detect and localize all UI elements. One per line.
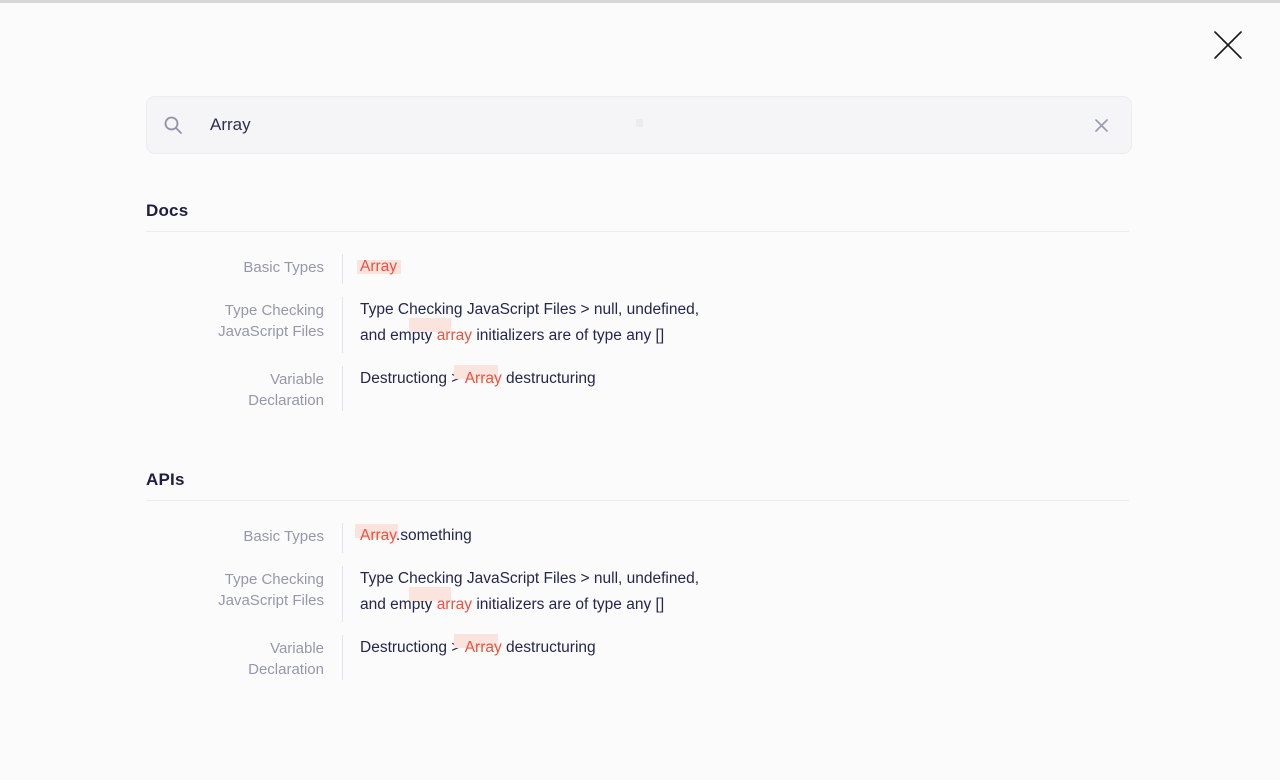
highlight-match: array <box>437 327 472 344</box>
result-list: Basic Types Array Type CheckingJavaScrip… <box>146 254 1129 411</box>
clear-icon <box>1093 117 1110 134</box>
result-content: Array <box>342 254 397 284</box>
result-label: Type CheckingJavaScript Files <box>146 297 342 353</box>
result-content: Type Checking JavaScript Files > null, u… <box>342 566 699 622</box>
close-button[interactable] <box>1210 27 1246 63</box>
close-icon <box>1212 29 1244 61</box>
result-content: Destructiong > Array destructuring <box>342 635 596 680</box>
result-row[interactable]: VariableDeclaration Destructiong > Array… <box>146 366 1129 411</box>
highlight-match: Array <box>360 258 397 275</box>
result-label: VariableDeclaration <box>146 366 342 411</box>
mouse-cursor-artifact <box>636 119 643 127</box>
section-divider <box>146 500 1129 501</box>
result-label: Basic Types <box>146 254 342 284</box>
highlight-match: Array <box>465 370 502 387</box>
result-label: Type CheckingJavaScript Files <box>146 566 342 622</box>
result-row[interactable]: Basic Types Array.something <box>146 523 1129 553</box>
result-row[interactable]: Type CheckingJavaScript Files Type Check… <box>146 566 1129 622</box>
result-content: Type Checking JavaScript Files > null, u… <box>342 297 699 353</box>
highlight-match: Array <box>465 639 502 656</box>
search-icon <box>163 115 183 135</box>
result-label: Basic Types <box>146 523 342 553</box>
search-input[interactable] <box>210 115 1090 135</box>
result-label: VariableDeclaration <box>146 635 342 680</box>
result-row[interactable]: Type CheckingJavaScript Files Type Check… <box>146 297 1129 353</box>
search-clear-button[interactable] <box>1090 114 1113 137</box>
result-list: Basic Types Array.something Type Checkin… <box>146 523 1129 680</box>
highlight-match: array <box>437 596 472 613</box>
result-row[interactable]: VariableDeclaration Destructiong > Array… <box>146 635 1129 680</box>
section-title: Docs <box>146 200 1129 222</box>
content: Docs Basic Types Array Type CheckingJava… <box>146 200 1129 738</box>
result-row[interactable]: Basic Types Array <box>146 254 1129 284</box>
search-results-section: APIs Basic Types Array.something Type Ch… <box>146 469 1129 680</box>
result-content: Destructiong > Array destructuring <box>342 366 596 411</box>
highlight-match: Array <box>360 527 396 544</box>
window-top-edge <box>0 0 1280 3</box>
search-results-section: Docs Basic Types Array Type CheckingJava… <box>146 200 1129 411</box>
section-title: APIs <box>146 469 1129 491</box>
result-content: Array.something <box>342 523 472 553</box>
section-divider <box>146 231 1129 232</box>
